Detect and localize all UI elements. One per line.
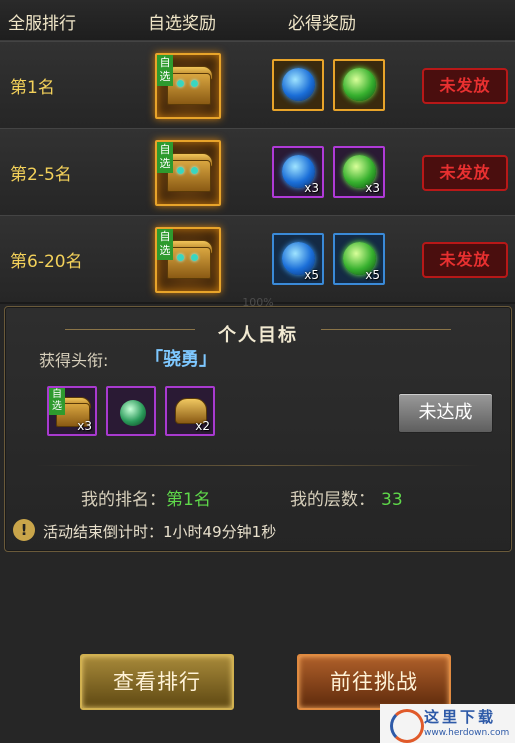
- reward-slot[interactable]: x3: [272, 146, 324, 198]
- optional-tag: 自选: [49, 388, 65, 415]
- chest-icon: [167, 247, 211, 279]
- gem-icon: [191, 254, 198, 261]
- status-stamp: 未发放: [422, 68, 508, 104]
- item-count: x3: [365, 181, 380, 195]
- personal-goal-panel: 100% 个人目标 获得头衔: 「骁勇」 自选 x3 x2 未达成 我的排名：第…: [4, 296, 512, 552]
- chest-icon: [167, 73, 211, 105]
- optional-chest-slot[interactable]: 自选: [155, 140, 221, 206]
- gem-icon: [177, 80, 184, 87]
- watermark: 这里下载 www.herdown.com: [380, 704, 515, 743]
- title-value: 「骁勇」: [145, 349, 217, 370]
- my-rank: 我的排名：第1名: [81, 485, 211, 510]
- watermark-url: www.herdown.com: [424, 728, 510, 738]
- item-count: x5: [365, 268, 380, 282]
- my-floor-value: 33: [381, 490, 403, 510]
- my-floor: 我的层数： 33: [290, 485, 403, 510]
- jade-orb-icon: [120, 400, 146, 426]
- personal-reward-slot[interactable]: [106, 386, 156, 436]
- green-orb-icon: [343, 68, 376, 101]
- personal-reward-slot[interactable]: x2: [165, 386, 215, 436]
- personal-reward-slot[interactable]: 自选 x3: [47, 386, 97, 436]
- gem-icon: [177, 254, 184, 261]
- gem-icon: [191, 167, 198, 174]
- rank-label: 第2-5名: [10, 165, 72, 185]
- col-optional-header: 自选奖励: [148, 14, 216, 34]
- rank-label: 第6-20名: [10, 252, 83, 272]
- col-rank-header: 全服排行: [8, 14, 76, 34]
- optional-chest-slot[interactable]: 自选: [155, 53, 221, 119]
- reward-slot[interactable]: [272, 59, 324, 111]
- optional-tag: 自选: [157, 142, 173, 173]
- warning-icon: !: [13, 519, 35, 541]
- rank-row-2: 第2-5名 自选 x3 x3 未发放: [0, 128, 515, 217]
- item-count: x2: [195, 419, 210, 433]
- status-stamp: 未发放: [422, 242, 508, 278]
- rank-label: 第1名: [10, 78, 55, 98]
- optional-chest-slot[interactable]: 自选: [155, 227, 221, 293]
- reward-slot[interactable]: x5: [333, 233, 385, 285]
- rank-row-1: 第1名 自选 未发放: [0, 41, 515, 130]
- view-ranking-button[interactable]: 查看排行: [80, 654, 234, 710]
- reward-slot[interactable]: x5: [272, 233, 324, 285]
- blue-orb-icon: [282, 68, 315, 101]
- watermark-logo-icon: [390, 709, 424, 743]
- ranking-header: 全服排行 自选奖励 必得奖励: [0, 0, 515, 41]
- title-label: 获得头衔:: [39, 351, 109, 370]
- my-rank-value: 第1名: [166, 490, 211, 510]
- not-achieved-button[interactable]: 未达成: [398, 393, 493, 433]
- panel-divider: [35, 465, 481, 466]
- go-challenge-button[interactable]: 前往挑战: [297, 654, 451, 710]
- my-rank-label: 我的排名：: [81, 490, 166, 510]
- optional-tag: 自选: [157, 55, 173, 86]
- countdown: 活动结束倒计时：1小时49分钟1秒: [43, 521, 276, 542]
- countdown-value: 1小时49分钟1秒: [163, 523, 277, 541]
- reward-slot[interactable]: x3: [333, 146, 385, 198]
- item-count: x3: [77, 419, 92, 433]
- item-count: x5: [304, 268, 319, 282]
- ghost-progress-text: 100%: [242, 296, 274, 309]
- gem-icon: [191, 80, 198, 87]
- gem-icon: [177, 167, 184, 174]
- status-stamp: 未发放: [422, 155, 508, 191]
- reward-slot[interactable]: [333, 59, 385, 111]
- my-floor-label: 我的层数：: [290, 490, 375, 510]
- col-guaranteed-header: 必得奖励: [288, 14, 356, 34]
- rank-row-3: 第6-20名 自选 x5 x5 未发放: [0, 215, 515, 304]
- chest-icon: [167, 160, 211, 192]
- optional-tag: 自选: [157, 229, 173, 260]
- watermark-text: 这里下载: [424, 708, 497, 726]
- item-count: x3: [304, 181, 319, 195]
- panel-title: 个人目标: [218, 325, 298, 346]
- countdown-label: 活动结束倒计时：: [43, 523, 164, 541]
